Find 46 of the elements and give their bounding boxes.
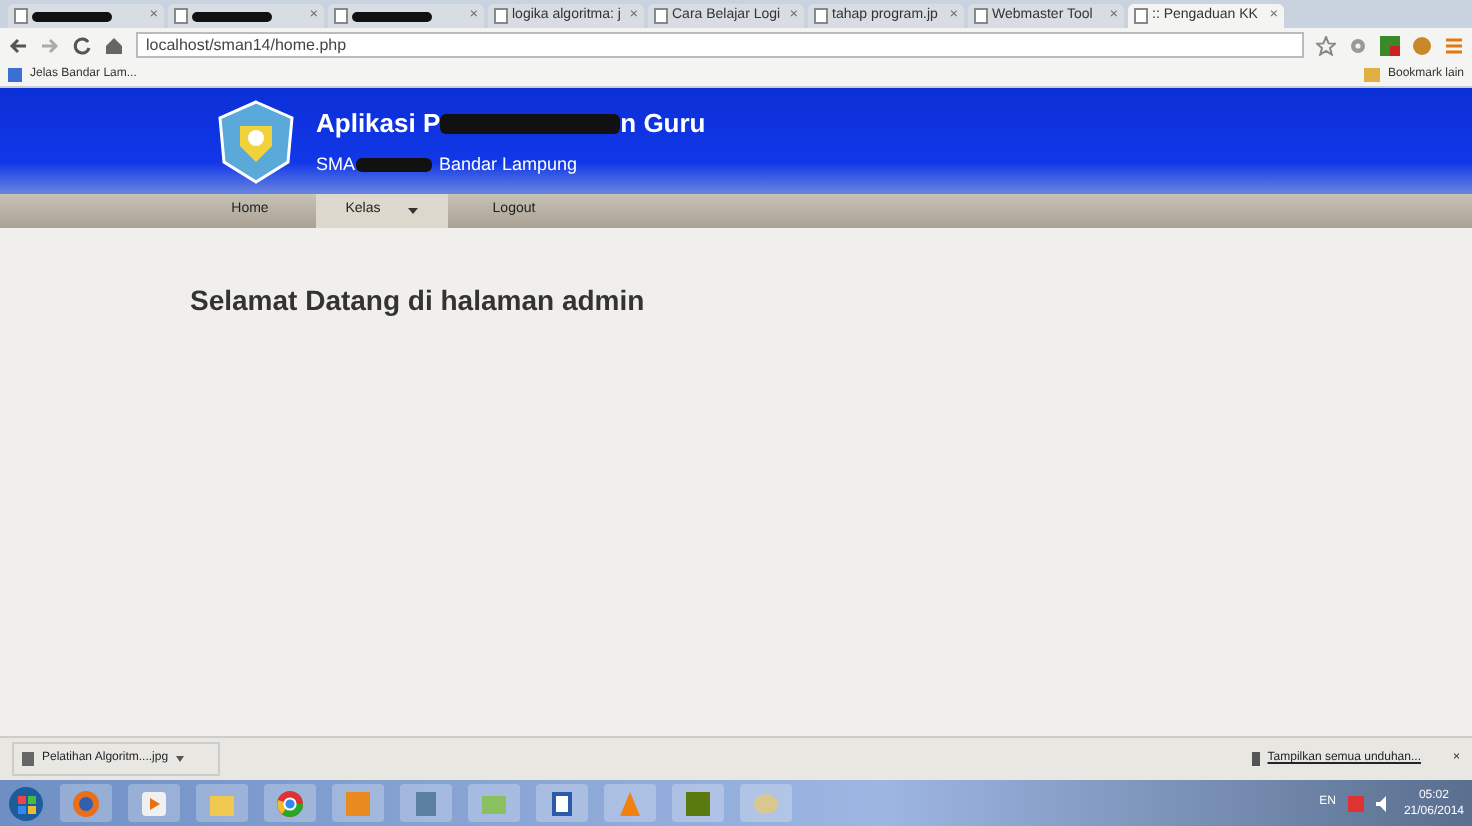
- taskbar-button[interactable]: [536, 784, 588, 822]
- address-field[interactable]: localhost/sman14/home.php: [136, 32, 1304, 58]
- reload-icon[interactable]: [72, 35, 92, 55]
- extension-icon[interactable]: [1412, 35, 1432, 55]
- page-icon: [14, 8, 28, 24]
- page-icon: [814, 8, 828, 24]
- star-icon[interactable]: [1316, 35, 1336, 55]
- taskbar-button[interactable]: [128, 784, 180, 822]
- extension-icon[interactable]: [1380, 35, 1400, 55]
- forward-icon[interactable]: [40, 35, 60, 55]
- page-heading: Selamat Datang di halaman admin: [190, 284, 647, 318]
- gear-icon[interactable]: [1348, 35, 1368, 55]
- notepad-icon: [412, 789, 440, 817]
- page-icon: [974, 8, 988, 24]
- app-icon: [684, 789, 712, 817]
- browser-icon: [276, 789, 304, 817]
- taskbar-button[interactable]: [672, 784, 724, 822]
- redaction-mark: [355, 157, 432, 172]
- taskbar-button[interactable]: [60, 784, 112, 822]
- download-icon: [1251, 752, 1260, 766]
- document-icon: [548, 789, 576, 817]
- volume-icon[interactable]: [1375, 795, 1392, 811]
- bookmark-icon: [8, 67, 22, 81]
- caret-icon: [176, 756, 185, 762]
- page-icon: [494, 8, 508, 24]
- browser-icon: [72, 789, 100, 817]
- folder-icon: [1363, 67, 1380, 81]
- cone-icon: [616, 789, 644, 817]
- play-icon: [140, 789, 168, 817]
- menu-icon[interactable]: [1444, 35, 1464, 55]
- app-icon: [344, 789, 372, 817]
- file-icon: [22, 752, 34, 766]
- back-icon[interactable]: [8, 35, 28, 55]
- page-icon: [334, 8, 348, 24]
- page-icon: [174, 8, 188, 24]
- page-icon: [1134, 8, 1148, 24]
- start-button[interactable]: [8, 785, 44, 821]
- palette-icon: [752, 789, 780, 817]
- header-title: n Guru: [620, 106, 706, 142]
- logo-icon: [212, 97, 300, 185]
- header-subtitle: Bandar Lampung: [439, 151, 578, 178]
- home-icon[interactable]: [104, 35, 124, 55]
- header-subtitle: SMA: [316, 151, 356, 177]
- header-title: Aplikasi P: [316, 106, 441, 142]
- page-icon: [654, 8, 668, 24]
- taskbar-button[interactable]: [264, 784, 316, 822]
